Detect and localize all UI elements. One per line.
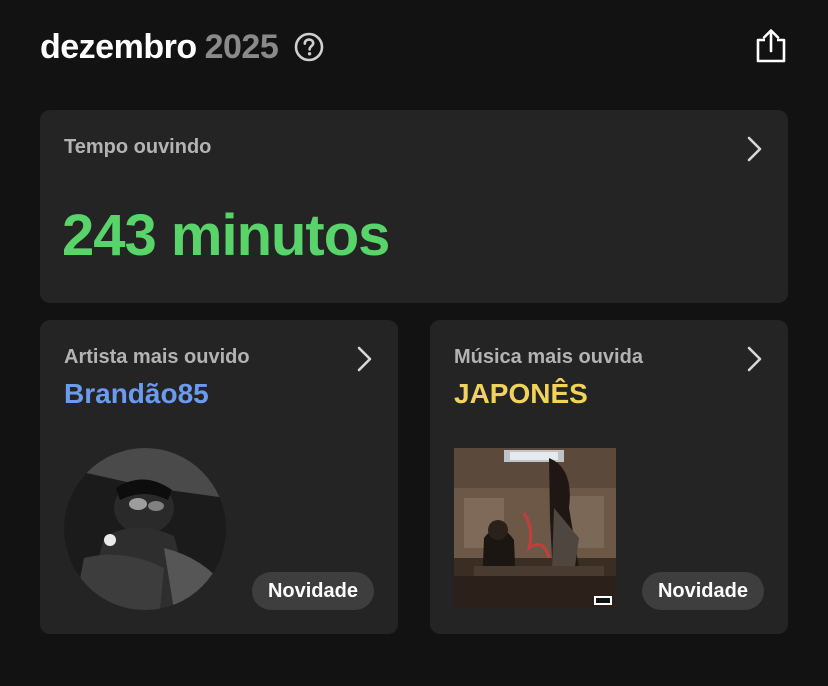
listening-time-value: 243 minutos — [62, 203, 390, 268]
top-song-card[interactable]: Música mais ouvida JAPONÊS Novidade — [430, 320, 788, 634]
artist-avatar — [64, 448, 226, 610]
top-song-name: JAPONÊS — [454, 378, 588, 409]
top-song-label: Música mais ouvida — [454, 346, 643, 368]
new-badge: Novidade — [251, 572, 374, 610]
listening-time-card[interactable]: Tempo ouvindo 243 minutos — [40, 110, 788, 303]
question-circle-icon[interactable] — [294, 32, 324, 62]
chevron-right-icon — [352, 344, 376, 374]
top-artist-card[interactable]: Artista mais ouvido Brandão85 Novidade — [40, 320, 398, 634]
page-title-year: 2025 — [204, 27, 279, 66]
page-header: dezembro 2025 — [40, 24, 324, 70]
new-badge: Novidade — [641, 572, 764, 610]
album-cover-image — [454, 448, 616, 608]
top-artist-name: Brandão85 — [64, 378, 209, 409]
top-artist-label: Artista mais ouvido — [64, 346, 250, 368]
page-title-month: dezembro — [40, 27, 197, 66]
listening-time-label: Tempo ouvindo — [64, 136, 212, 158]
share-upload-icon[interactable] — [754, 28, 788, 64]
chevron-right-icon — [742, 134, 766, 164]
chevron-right-icon — [742, 344, 766, 374]
recap-page: dezembro 2025 Tempo ouvindo 243 minutos … — [0, 0, 828, 686]
